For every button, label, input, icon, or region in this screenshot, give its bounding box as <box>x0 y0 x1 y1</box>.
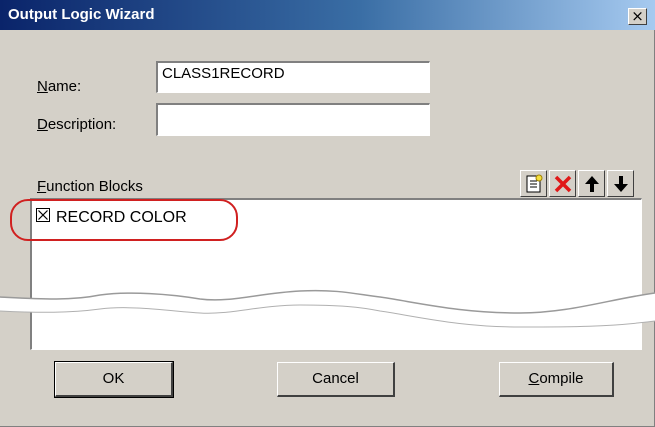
highlight-annotation <box>10 199 238 241</box>
compile-button-mnemonic: C <box>528 370 540 387</box>
compile-button-text: ompile <box>539 370 584 387</box>
name-label-mnemonic: N <box>37 78 48 95</box>
delete-icon <box>554 175 572 193</box>
function-blocks-label-text: unction Blocks <box>46 178 143 195</box>
name-field[interactable]: CLASS1RECORD <box>156 61 430 93</box>
add-function-block-button[interactable] <box>520 170 547 197</box>
description-label-text: escription: <box>47 116 117 133</box>
compile-button[interactable]: Compile <box>499 362 614 397</box>
output-logic-wizard-dialog: Output Logic Wizard × Name: CLASS1RECORD… <box>0 0 655 427</box>
description-label: Description: <box>37 116 116 133</box>
move-up-button[interactable] <box>578 170 605 197</box>
description-label-mnemonic: D <box>37 116 48 133</box>
add-icon <box>526 174 543 193</box>
move-down-button[interactable] <box>607 170 634 197</box>
move-down-icon <box>614 176 628 192</box>
name-label: Name: <box>37 78 81 95</box>
title-bar: Output Logic Wizard × <box>0 0 655 30</box>
delete-function-block-button[interactable] <box>549 170 576 197</box>
window-title: Output Logic Wizard <box>8 6 155 23</box>
ok-button[interactable]: OK <box>54 361 174 398</box>
close-button[interactable]: × <box>628 8 647 25</box>
name-label-text: ame: <box>47 78 82 95</box>
description-field[interactable] <box>156 103 430 136</box>
move-up-icon <box>585 176 599 192</box>
function-blocks-label: Function Blocks <box>37 178 143 195</box>
function-blocks-label-mnemonic: F <box>37 178 47 195</box>
cancel-button[interactable]: Cancel <box>277 362 395 397</box>
close-icon: × <box>631 7 644 25</box>
torn-edge-decoration <box>0 289 655 328</box>
